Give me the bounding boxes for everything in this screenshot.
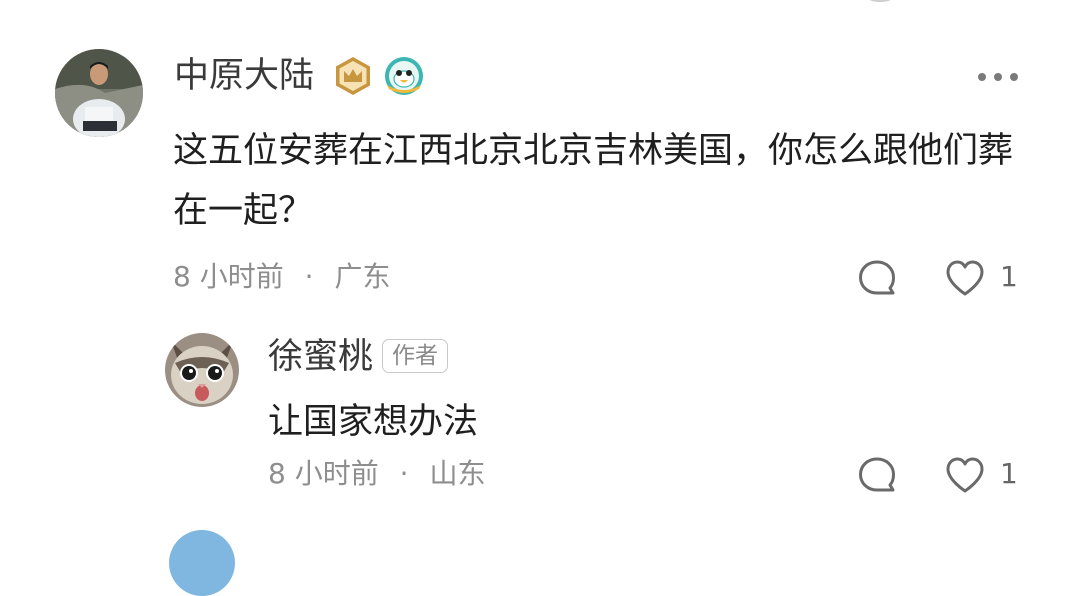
reply-meta: 8 小时前 · 山东	[268, 460, 485, 488]
meta-separator: ·	[304, 260, 314, 293]
comment-bubble-icon	[859, 457, 895, 492]
comment-meta: 8 小时前 · 广东	[173, 263, 390, 291]
meta-separator: ·	[399, 457, 409, 490]
reply-button[interactable]	[857, 455, 897, 495]
like-button[interactable]: 1	[944, 258, 1024, 298]
avatar[interactable]	[165, 333, 239, 407]
like-count: 1	[1000, 457, 1018, 490]
crown-badge-icon	[333, 56, 373, 96]
heart-icon	[946, 260, 984, 296]
comment-time: 8 小时前	[173, 260, 284, 293]
bird-badge-icon	[383, 55, 425, 97]
next-comment-avatar[interactable]	[169, 530, 235, 596]
partial-top-element	[868, 0, 892, 2]
reply-time: 8 小时前	[268, 457, 379, 490]
reply-text: 让国家想办法	[268, 402, 479, 442]
heart-icon	[946, 457, 984, 493]
more-options-icon[interactable]	[974, 66, 1022, 88]
reply-author-name[interactable]: 徐蜜桃	[268, 340, 373, 375]
comment-bubble-icon	[859, 260, 895, 295]
author-badge: 作者	[382, 339, 448, 373]
comment-location: 广东	[334, 260, 391, 293]
like-button[interactable]: 1	[944, 455, 1024, 495]
reply-button[interactable]	[857, 258, 897, 298]
comment-text: 这五位安葬在江西北京北京吉林美国，你怎么跟他们葬在一起？	[173, 131, 1014, 231]
avatar[interactable]	[55, 49, 143, 137]
comment-author-name[interactable]: 中原大陆	[174, 59, 314, 94]
like-count: 1	[1000, 260, 1018, 293]
reply-location: 山东	[429, 457, 486, 490]
